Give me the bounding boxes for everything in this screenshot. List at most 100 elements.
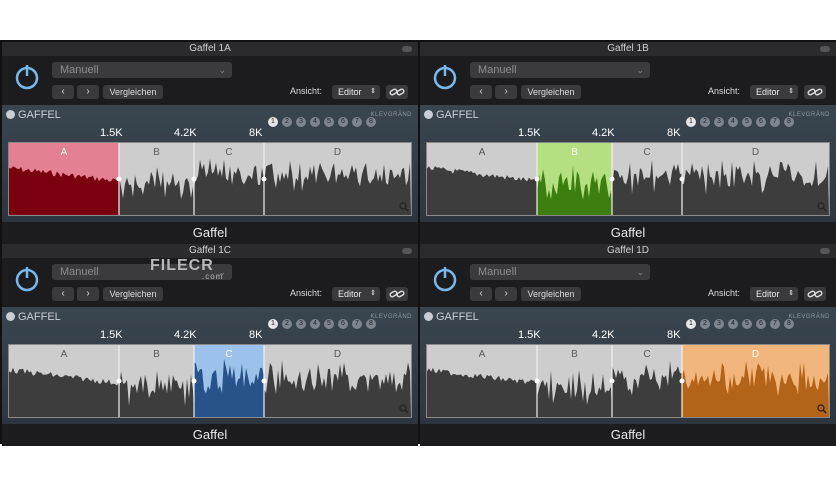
gaffel-editor: GAFFEL 12345678 KLEVGRÄND 1.5K 4.2K 8K A B C… <box>2 307 418 424</box>
slot-button-1[interactable]: 1 <box>268 319 278 329</box>
slot-button-7[interactable]: 7 <box>352 319 362 329</box>
next-preset-button[interactable]: › <box>77 85 99 99</box>
crossover-handle[interactable] <box>609 176 615 182</box>
prev-preset-button[interactable]: ‹ <box>52 85 74 99</box>
slot-button-4[interactable]: 4 <box>310 319 320 329</box>
brand-label: KLEVGRÄND <box>788 314 830 320</box>
crossover-handle[interactable] <box>116 176 122 182</box>
crossover-handle[interactable] <box>534 378 540 384</box>
slot-button-8[interactable]: 8 <box>784 117 794 127</box>
waveform: A B C D <box>9 345 411 417</box>
prev-preset-button[interactable]: ‹ <box>52 287 74 301</box>
slot-button-5[interactable]: 5 <box>324 319 334 329</box>
slot-button-3[interactable]: 3 <box>714 117 724 127</box>
slot-button-6[interactable]: 6 <box>756 319 766 329</box>
window-control[interactable] <box>402 248 412 254</box>
link-button[interactable] <box>804 85 826 99</box>
plugin-name-footer: Gaffel <box>192 225 228 240</box>
window-titlebar: Gaffel 1C <box>2 244 418 258</box>
link-icon <box>389 88 405 96</box>
crossover-handle[interactable] <box>679 378 685 384</box>
link-icon <box>389 290 405 298</box>
plugin-window: Gaffel 1A Manuell ⌄ ‹ › Vergleichen Ansi… <box>2 42 418 244</box>
next-preset-button[interactable]: › <box>495 85 517 99</box>
crossover-handle[interactable] <box>116 378 122 384</box>
slot-button-5[interactable]: 5 <box>742 117 752 127</box>
band-display[interactable]: A B C D <box>426 142 830 216</box>
window-control[interactable] <box>820 46 830 52</box>
crossover-handle[interactable] <box>261 378 267 384</box>
slot-button-2[interactable]: 2 <box>282 319 292 329</box>
preset-dropdown[interactable]: Manuell ⌄ <box>470 264 650 280</box>
view-dropdown[interactable]: Editor ⇕ <box>332 287 380 301</box>
crossover-frequency-label: 4.2K <box>174 127 197 139</box>
window-titlebar: Gaffel 1B <box>420 42 836 56</box>
slot-button-8[interactable]: 8 <box>366 117 376 127</box>
plugin-name-footer: Gaffel <box>610 225 646 240</box>
crossover-handle[interactable] <box>679 176 685 182</box>
waveform: A B C D <box>427 345 829 417</box>
slot-button-4[interactable]: 4 <box>728 117 738 127</box>
plugin-name-footer: Gaffel <box>610 427 646 442</box>
preset-dropdown[interactable]: Manuell ⌄ <box>52 62 232 78</box>
crossover-handle[interactable] <box>191 378 197 384</box>
slot-button-3[interactable]: 3 <box>296 319 306 329</box>
slot-button-3[interactable]: 3 <box>714 319 724 329</box>
prev-preset-button[interactable]: ‹ <box>470 85 492 99</box>
link-button[interactable] <box>804 287 826 301</box>
slot-button-6[interactable]: 6 <box>338 319 348 329</box>
slot-button-1[interactable]: 1 <box>686 319 696 329</box>
power-icon[interactable] <box>430 264 460 294</box>
slot-button-5[interactable]: 5 <box>324 117 334 127</box>
next-preset-button[interactable]: › <box>77 287 99 301</box>
slot-button-7[interactable]: 7 <box>352 117 362 127</box>
window-control[interactable] <box>402 46 412 52</box>
crossover-frequency-label: 8K <box>249 127 263 139</box>
view-dropdown[interactable]: Editor ⇕ <box>332 85 380 99</box>
slot-button-6[interactable]: 6 <box>338 117 348 127</box>
crossover-handle[interactable] <box>609 378 615 384</box>
window-control[interactable] <box>820 248 830 254</box>
view-dropdown[interactable]: Editor ⇕ <box>750 287 798 301</box>
slot-button-5[interactable]: 5 <box>742 319 752 329</box>
slot-button-7[interactable]: 7 <box>770 319 780 329</box>
updown-icon: ⇕ <box>788 88 794 95</box>
link-button[interactable] <box>386 85 408 99</box>
updown-icon: ⇕ <box>370 290 376 297</box>
slot-button-2[interactable]: 2 <box>700 319 710 329</box>
slot-button-2[interactable]: 2 <box>700 117 710 127</box>
compare-button[interactable]: Vergleichen <box>103 85 163 99</box>
power-icon[interactable] <box>12 264 42 294</box>
slot-button-1[interactable]: 1 <box>686 117 696 127</box>
slot-button-4[interactable]: 4 <box>310 117 320 127</box>
view-dropdown[interactable]: Editor ⇕ <box>750 85 798 99</box>
slot-button-2[interactable]: 2 <box>282 117 292 127</box>
crossover-handle[interactable] <box>191 176 197 182</box>
preset-dropdown[interactable]: Manuell ⌄ <box>470 62 650 78</box>
band-display[interactable]: A B C D <box>426 344 830 418</box>
power-icon[interactable] <box>12 62 42 92</box>
prev-preset-button[interactable]: ‹ <box>470 287 492 301</box>
slot-button-1[interactable]: 1 <box>268 117 278 127</box>
slot-button-4[interactable]: 4 <box>728 319 738 329</box>
plugin-window: Gaffel 1D Manuell ⌄ ‹ › Vergleichen Ansi… <box>420 244 836 446</box>
slot-button-8[interactable]: 8 <box>366 319 376 329</box>
power-icon[interactable] <box>430 62 460 92</box>
slot-button-3[interactable]: 3 <box>296 117 306 127</box>
band-waveform <box>264 161 411 215</box>
compare-button[interactable]: Vergleichen <box>103 287 163 301</box>
band-waveform <box>119 167 194 215</box>
slot-button-6[interactable]: 6 <box>756 117 766 127</box>
compare-button[interactable]: Vergleichen <box>521 85 581 99</box>
crossover-handle[interactable] <box>261 176 267 182</box>
band-display[interactable]: A B C D <box>8 344 412 418</box>
next-preset-button[interactable]: › <box>495 287 517 301</box>
slot-button-7[interactable]: 7 <box>770 117 780 127</box>
band-display[interactable]: A B C D <box>8 142 412 216</box>
slot-selector: 12345678 <box>268 110 380 128</box>
compare-button[interactable]: Vergleichen <box>521 287 581 301</box>
slot-button-8[interactable]: 8 <box>784 319 794 329</box>
plugin-window: Gaffel 1B Manuell ⌄ ‹ › Vergleichen Ansi… <box>420 42 836 244</box>
link-button[interactable] <box>386 287 408 301</box>
crossover-handle[interactable] <box>534 176 540 182</box>
